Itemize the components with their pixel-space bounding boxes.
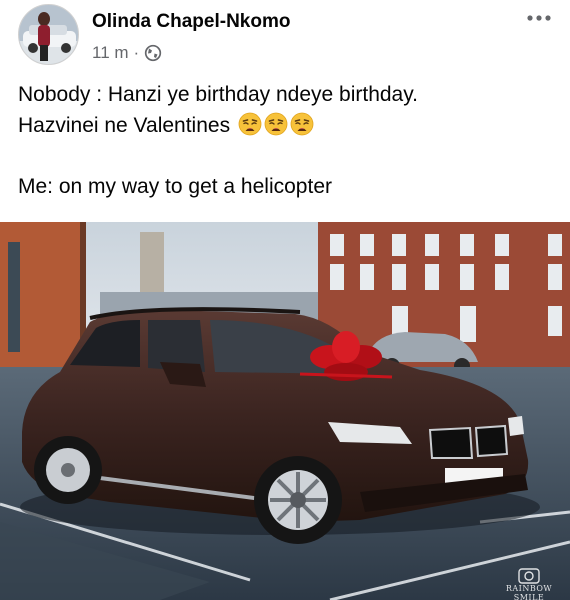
post-text: Nobody : Hanzi ye birthday ndeye birthda…	[18, 80, 558, 202]
more-options-icon[interactable]	[524, 6, 554, 26]
timestamp[interactable]: 11 m	[92, 43, 129, 63]
weary-face-icon	[264, 112, 288, 136]
meta-separator: ·	[133, 43, 140, 62]
post-meta: 11 m ·	[92, 42, 162, 64]
globe-icon[interactable]	[144, 44, 162, 62]
avatar-image	[19, 5, 78, 64]
weary-face-icon	[290, 112, 314, 136]
post-text-blank-line	[18, 141, 558, 172]
post-text-line-1: Nobody : Hanzi ye birthday ndeye birthda…	[18, 83, 419, 106]
watermark-text: RAINBOW SMILE	[505, 584, 553, 600]
facebook-post: Olinda Chapel-Nkomo 11 m · Nobody : Hanz…	[0, 0, 570, 600]
post-text-line-3: Me: on my way to get a helicopter	[18, 174, 332, 198]
post-text-line-2: Hazvinei ne Valentines	[18, 113, 231, 137]
car-photo-illustration	[0, 222, 570, 600]
watermark: RAINBOW SMILE	[492, 568, 566, 600]
author-name[interactable]: Olinda Chapel-Nkomo	[92, 11, 290, 33]
post-header: Olinda Chapel-Nkomo 11 m ·	[0, 0, 570, 68]
weary-face-icon	[238, 112, 262, 136]
camera-logo-icon	[518, 568, 540, 584]
post-photo[interactable]: RAINBOW SMILE	[0, 222, 570, 600]
post-text-line-2-wrapper: Hazvinei ne Valentines	[18, 111, 558, 142]
avatar[interactable]	[18, 4, 79, 65]
